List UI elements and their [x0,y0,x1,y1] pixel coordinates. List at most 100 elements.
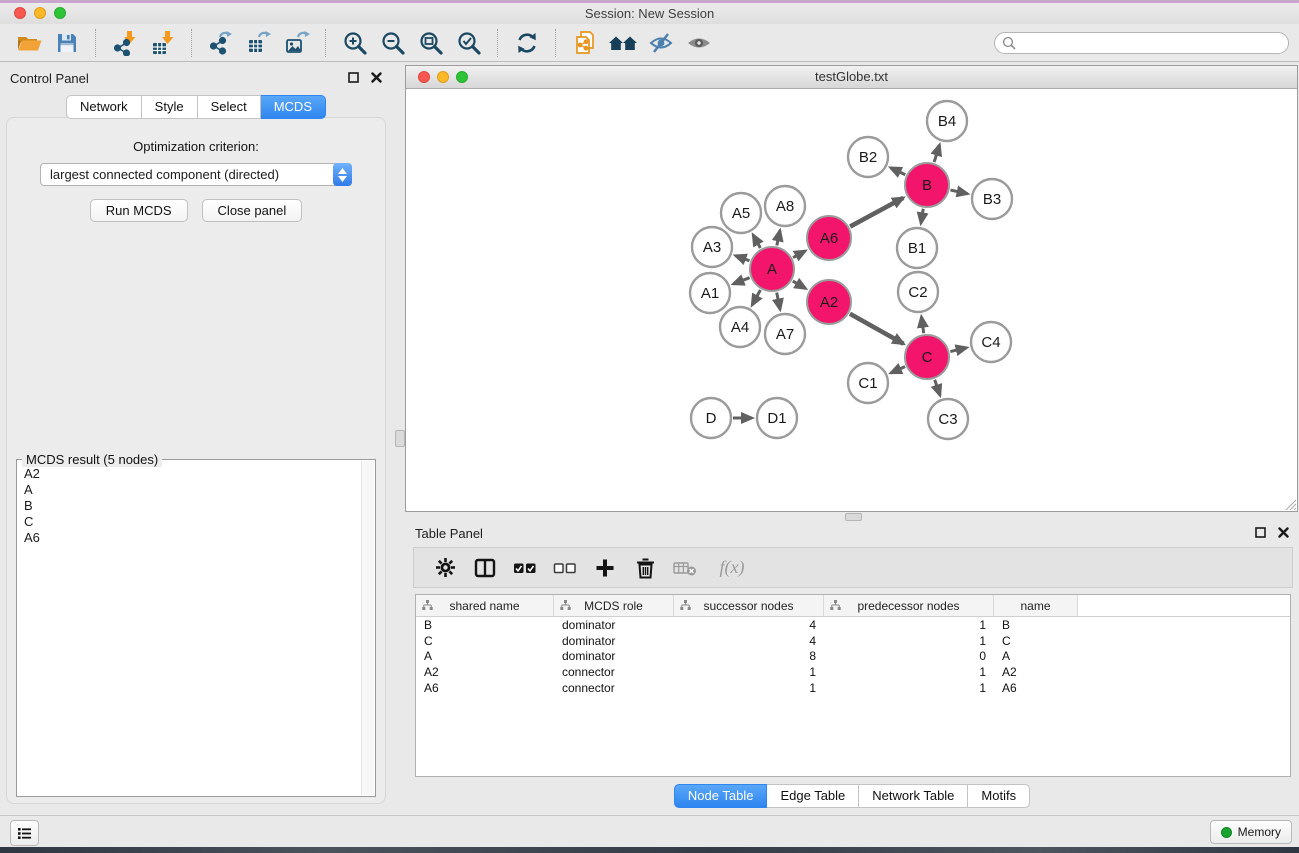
graph-node-B1[interactable]: B1 [897,228,937,268]
zoom-out-button[interactable] [374,27,412,59]
clone-network-button[interactable] [566,27,604,59]
table-row[interactable]: Bdominator41B [416,617,1290,633]
window-resize-grip[interactable] [1282,496,1296,510]
edge-A-A2[interactable] [793,281,806,288]
edge-A-A7[interactable] [777,293,780,310]
graph-node-A3[interactable]: A3 [692,227,732,267]
zoom-in-button[interactable] [336,27,374,59]
graph-node-A7[interactable]: A7 [765,314,805,354]
tab-select[interactable]: Select [198,95,261,119]
float-panel-icon[interactable] [1255,527,1266,538]
edge-A-A5[interactable] [753,235,760,248]
tab-network[interactable]: Network [66,95,142,119]
edge-B-B3[interactable] [950,190,967,194]
edge-A-A8[interactable] [777,230,780,245]
function-builder-button[interactable]: f(x) [712,555,752,581]
graph-node-A5[interactable]: A5 [721,193,761,233]
graph-node-A[interactable]: A [750,247,794,291]
hide-eye-button[interactable] [642,27,680,59]
zoom-selected-button[interactable] [450,27,488,59]
save-session-button[interactable] [48,27,86,59]
graph-node-B4[interactable]: B4 [927,101,967,141]
edge-C-C4[interactable] [950,348,966,352]
close-panel-button[interactable]: Close panel [202,199,303,222]
network-canvas[interactable]: B4 B2 B B3 A5A8A6 B1 A3 A C2 A1 A2 A4A7 C4 C C1 C3 D D1 [406,89,1297,511]
edge-C-C2[interactable] [921,317,923,333]
tab-node-table[interactable]: Node Table [674,784,768,808]
tab-motifs[interactable]: Motifs [968,784,1030,808]
import-network-button[interactable] [106,27,144,59]
edge-C-C3[interactable] [935,380,940,396]
graph-node-A6[interactable]: A6 [807,216,851,260]
export-image-button[interactable] [278,27,316,59]
graph-node-A1[interactable]: A1 [690,273,730,313]
select-all-button[interactable] [512,555,538,581]
graph-node-B2[interactable]: B2 [848,137,888,177]
tab-network-table[interactable]: Network Table [859,784,968,808]
column-header-predecessor-nodes[interactable]: predecessor nodes [824,595,994,616]
tab-style[interactable]: Style [142,95,198,119]
criterion-select[interactable]: largest connected component (directed) [40,163,352,186]
graph-node-C3[interactable]: C3 [928,399,968,439]
table-settings-button[interactable] [432,555,458,581]
edge-A-A4[interactable] [752,290,760,305]
edge-A6-B[interactable] [850,198,903,227]
close-panel-icon[interactable] [371,72,382,83]
table-row[interactable]: Adominator80A [416,648,1290,664]
table-row[interactable]: Cdominator41C [416,633,1290,649]
float-panel-icon[interactable] [348,72,359,83]
result-item[interactable]: A2 [24,466,374,482]
graph-node-B[interactable]: B [905,163,949,207]
home-view-button[interactable] [604,27,642,59]
add-column-button[interactable] [592,555,618,581]
table-row[interactable]: A6connector11A6 [416,680,1290,696]
edge-B-B1[interactable] [921,209,923,224]
search-input[interactable] [994,32,1289,54]
edge-A-A6[interactable] [793,251,805,258]
refresh-button[interactable] [508,27,546,59]
export-table-button[interactable] [240,27,278,59]
edge-B-B2[interactable] [891,168,906,175]
graph-node-D1[interactable]: D1 [757,398,797,438]
zoom-fit-button[interactable] [412,27,450,59]
column-header-shared-name[interactable]: shared name [416,595,554,616]
deselect-all-button[interactable] [552,555,578,581]
delete-button[interactable] [632,555,658,581]
network-window-titlebar[interactable]: testGlobe.txt [406,66,1297,89]
close-panel-icon[interactable] [1278,527,1289,538]
graph-node-A4[interactable]: A4 [720,307,760,347]
column-header-MCDS-role[interactable]: MCDS role [554,595,674,616]
edge-A2-C[interactable] [850,314,904,344]
result-item[interactable]: B [24,498,374,514]
tab-mcds[interactable]: MCDS [261,95,326,119]
edge-A-A1[interactable] [733,278,749,284]
graph-node-C[interactable]: C [905,335,949,379]
result-item[interactable]: C [24,514,374,530]
graph-node-D[interactable]: D [691,398,731,438]
edge-C-C1[interactable] [891,367,905,373]
column-header-name[interactable]: name [994,595,1078,616]
edge-B-B4[interactable] [934,145,939,162]
delete-table-button[interactable] [672,555,698,581]
graph-node-A8[interactable]: A8 [765,186,805,226]
graph-node-B3[interactable]: B3 [972,179,1012,219]
show-columns-button[interactable] [472,555,498,581]
vertical-splitter-grip[interactable] [395,430,405,447]
column-header-successor-nodes[interactable]: successor nodes [674,595,824,616]
export-network-button[interactable] [202,27,240,59]
task-history-button[interactable] [10,820,39,846]
run-mcds-button[interactable]: Run MCDS [90,199,188,222]
result-item[interactable]: A6 [24,530,374,546]
graph-node-C4[interactable]: C4 [971,322,1011,362]
graph-node-C1[interactable]: C1 [848,363,888,403]
edge-A-A3[interactable] [735,256,749,261]
result-item[interactable]: A [24,482,374,498]
graph-node-C2[interactable]: C2 [898,272,938,312]
memory-button[interactable]: Memory [1210,820,1292,844]
graph-node-A2[interactable]: A2 [807,280,851,324]
show-eye-button[interactable] [680,27,718,59]
import-table-button[interactable] [144,27,182,59]
open-file-button[interactable] [10,27,48,59]
tab-edge-table[interactable]: Edge Table [767,784,859,808]
table-row[interactable]: A2connector11A2 [416,664,1290,680]
